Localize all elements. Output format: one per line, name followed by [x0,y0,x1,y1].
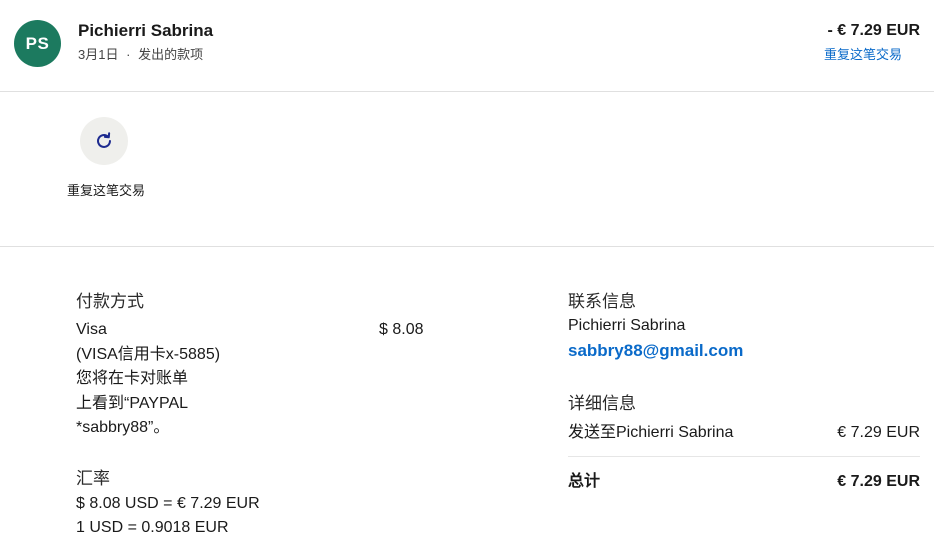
payment-method-line: 您将在卡对账单 [76,370,189,387]
transaction-subline: 3月1日 · 发出的款项 [78,44,203,63]
repeat-transaction-button[interactable] [80,117,128,165]
sent-to-amount: € 7.29 EUR [837,424,920,441]
transaction-header: PS Pichierri Sabrina 3月1日 · 发出的款项 - € 7.… [0,0,934,92]
transaction-amount: - € 7.29 EUR [827,22,920,39]
payment-method-line: Visa [76,321,107,338]
payment-method-details: Visa (VISA信用卡x-5885) 您将在卡对账单 上看到“PAYPAL … [76,318,276,441]
refresh-icon [97,132,111,148]
subline-separator: · [126,47,131,62]
transaction-date: 3月1日 [78,47,119,62]
payment-method-title: 付款方式 [76,292,144,311]
exchange-rate-title: 汇率 [76,469,110,488]
details-divider [568,456,920,457]
actions-section: 重复这笔交易 [0,93,934,247]
repeat-transaction-link[interactable]: 重复这笔交易 [824,44,902,63]
contact-email[interactable]: sabbry88@gmail.com [568,341,743,361]
sent-to-label: 发送至Pichierri Sabrina [568,424,734,441]
total-amount: € 7.29 EUR [837,473,920,490]
payment-method-line: 上看到“PAYPAL [76,394,189,412]
transaction-type: 发出的款项 [138,47,204,62]
avatar: PS [14,20,61,67]
payment-method-line: (VISA信用卡x-5885) [76,345,221,363]
payment-method-line: *sabbry88”。 [76,419,170,436]
exchange-rate-line-2: 1 USD = 0.9018 EUR [76,519,229,536]
payment-amount: $ 8.08 [379,321,424,338]
exchange-rate-line-1: $ 8.08 USD = € 7.29 EUR [76,495,260,512]
total-label: 总计 [568,473,601,490]
counterparty-name: Pichierri Sabrina [78,21,214,40]
repeat-transaction-label: 重复这笔交易 [66,183,145,198]
contact-info-title: 联系信息 [568,292,636,311]
contact-name: Pichierri Sabrina [568,317,686,334]
details-title: 详细信息 [568,394,636,413]
